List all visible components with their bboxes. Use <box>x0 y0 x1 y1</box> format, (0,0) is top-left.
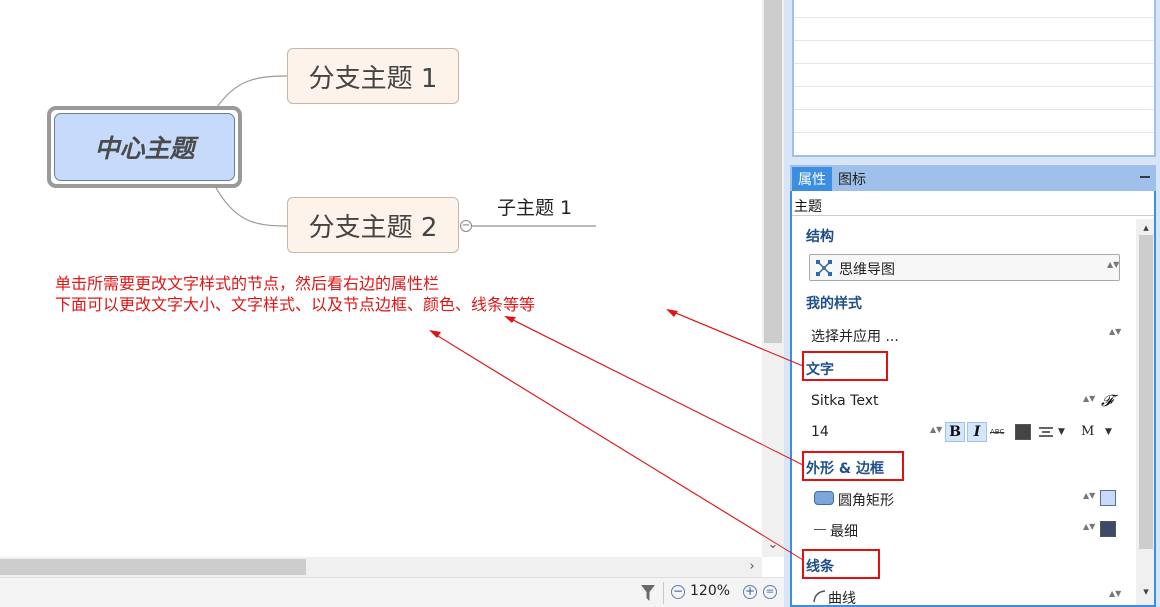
structure-value: 思维导图 <box>839 262 895 278</box>
list-row-divider <box>794 40 1154 41</box>
properties-scroll-thumb[interactable] <box>1139 235 1153 549</box>
line-spinner-icon[interactable]: ▲▼ <box>1109 590 1121 604</box>
branch-topic-1[interactable]: 分支主题 1 <box>287 48 459 104</box>
align-dropdown-icon[interactable]: ▼ <box>1058 427 1065 437</box>
line-style-value[interactable]: 曲线 <box>828 588 856 605</box>
scroll-down-icon[interactable]: ▾ <box>1136 585 1154 599</box>
canvas-horizontal-scrollbar[interactable]: › <box>0 557 762 577</box>
central-topic-node[interactable]: 中心主题 <box>47 106 242 188</box>
text-color-swatch[interactable] <box>1015 424 1031 440</box>
scroll-up-icon[interactable]: ▴ <box>1136 221 1154 235</box>
list-row-divider <box>794 132 1154 133</box>
filter-icon[interactable] <box>640 584 656 602</box>
rounded-rect-shape-icon <box>814 491 834 505</box>
strikethrough-button[interactable]: ABC <box>990 428 1004 436</box>
horizontal-scroll-thumb[interactable] <box>0 559 306 575</box>
structure-spinner-icon[interactable]: ▲▼ <box>1107 261 1119 275</box>
central-topic-label: 中心主题 <box>54 113 235 181</box>
subtopic-1[interactable]: 子主题 1 <box>497 193 572 220</box>
border-width-value[interactable]: 最细 <box>830 521 858 541</box>
zoom-in-icon[interactable]: + <box>743 585 757 599</box>
font-size[interactable]: 14 <box>811 424 829 440</box>
my-style-section-title: 我的样式 <box>806 296 862 312</box>
line-section-highlight <box>802 549 880 579</box>
scroll-right-arrow-icon[interactable]: › <box>744 558 760 576</box>
mindmap-canvas[interactable]: 中心主题 分支主题 1 分支主题 2 − 子主题 1 单击所需要更改文字样式的节… <box>0 0 762 557</box>
shape-section-highlight <box>802 451 904 481</box>
zoom-fit-icon[interactable]: = <box>763 585 777 599</box>
status-bar: − 120% + = <box>0 577 784 607</box>
curve-line-icon <box>813 590 826 603</box>
my-style-value[interactable]: 选择并应用 ... <box>811 326 899 346</box>
upper-list-panel[interactable] <box>792 0 1156 157</box>
list-row-divider <box>794 17 1154 18</box>
list-row-divider <box>794 86 1154 87</box>
right-side-panels: 属性 图标 主题 结构 思维导图 ▲▼ 我的样式 选择并应用 ... ▲▼ 文字… <box>784 0 1160 607</box>
italic-button[interactable]: I <box>967 422 987 442</box>
status-separator <box>663 582 664 604</box>
shape-fill-color-swatch[interactable] <box>1100 490 1116 506</box>
structure-dropdown[interactable]: 思维导图 ▲▼ <box>809 254 1120 281</box>
shape-spinner-icon[interactable]: ▲▼ <box>1083 492 1095 506</box>
my-style-spinner-icon[interactable]: ▲▼ <box>1109 328 1121 342</box>
list-row-divider <box>794 63 1154 64</box>
zoom-out-icon[interactable]: − <box>671 585 685 599</box>
text-section-highlight <box>802 351 888 381</box>
canvas-vertical-scrollbar[interactable]: ⌄ <box>762 0 784 557</box>
font-name[interactable]: Sitka Text <box>811 393 878 409</box>
font-picker-icon[interactable]: 𝓕 <box>1101 391 1113 411</box>
collapse-toggle-icon[interactable]: − <box>460 220 472 232</box>
shape-value[interactable]: 圆角矩形 <box>838 490 894 510</box>
tab-icons[interactable]: 图标 <box>834 167 870 191</box>
minimize-icon[interactable] <box>1140 176 1150 178</box>
properties-scrollbar[interactable]: ▴ ▾ <box>1136 219 1154 605</box>
vertical-scroll-thumb[interactable] <box>764 0 782 343</box>
thinnest-line-icon <box>814 529 826 530</box>
tab-properties[interactable]: 属性 <box>792 167 832 191</box>
font-name-spinner-icon[interactable]: ▲▼ <box>1083 395 1095 409</box>
properties-panel: 主题 结构 思维导图 ▲▼ 我的样式 选择并应用 ... ▲▼ 文字 Sitka… <box>790 191 1156 607</box>
structure-section-title: 结构 <box>806 229 834 245</box>
properties-tab-bar: 属性 图标 <box>790 165 1156 191</box>
header-divider <box>792 215 1154 216</box>
bold-button[interactable]: B <box>945 422 965 442</box>
branch-topic-2[interactable]: 分支主题 2 <box>287 197 459 253</box>
align-center-icon[interactable] <box>1038 426 1054 440</box>
zoom-level[interactable]: 120% <box>690 583 730 599</box>
border-spinner-icon[interactable]: ▲▼ <box>1083 523 1095 537</box>
font-size-spinner-icon[interactable]: ▲▼ <box>930 426 942 440</box>
mindmap-structure-icon <box>816 260 832 276</box>
spacing-dropdown-icon[interactable]: ▼ <box>1105 427 1112 437</box>
scroll-down-arrow-icon[interactable]: ⌄ <box>762 537 784 553</box>
annotation-line-2: 下面可以更改文字大小、文字样式、以及节点边框、颜色、线条等等 <box>55 295 536 314</box>
border-color-swatch[interactable] <box>1100 521 1116 537</box>
properties-header: 主题 <box>794 199 822 215</box>
spacing-icon[interactable]: M <box>1081 424 1094 439</box>
list-row-divider <box>794 109 1154 110</box>
